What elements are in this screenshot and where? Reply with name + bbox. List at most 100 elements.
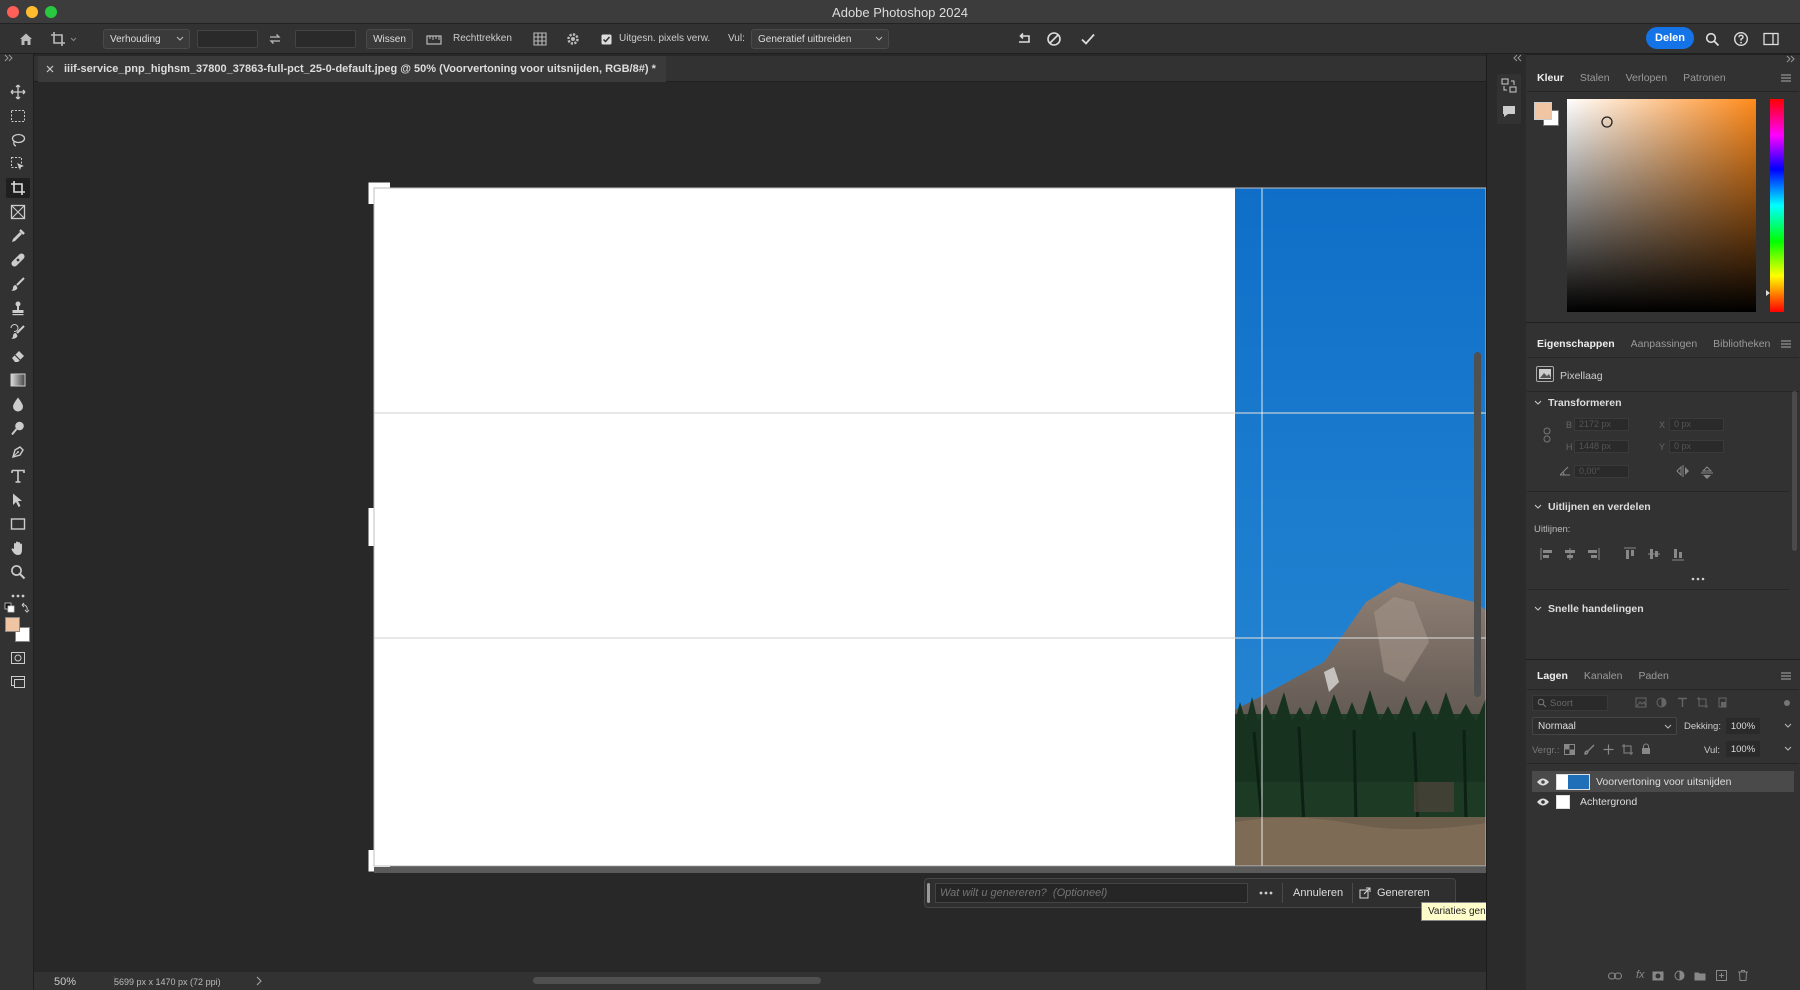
x-field[interactable]: 0 px [1669, 418, 1724, 431]
align-middle-icon[interactable] [1648, 547, 1660, 561]
flip-horizontal-icon[interactable] [1675, 465, 1691, 477]
more-options-button[interactable] [1259, 889, 1273, 897]
delete-layer-icon[interactable] [1738, 970, 1748, 981]
straighten-label[interactable]: Rechttrekken [453, 33, 512, 44]
angle-field[interactable]: 0,00° [1574, 465, 1629, 478]
new-layer-icon[interactable] [1716, 970, 1727, 981]
link-layers-icon[interactable] [1608, 972, 1622, 980]
filter-smart-object-icon[interactable] [1717, 697, 1728, 708]
ratio-select[interactable]: Verhouding [103, 29, 190, 49]
path-selection-tool[interactable] [6, 490, 30, 510]
properties-scrollbar[interactable] [1792, 391, 1797, 551]
healing-brush-tool[interactable] [6, 250, 30, 270]
tab-kleur[interactable]: Kleur [1532, 65, 1569, 91]
cancel-button[interactable]: Annuleren [1293, 887, 1343, 899]
share-button[interactable]: Delen [1646, 27, 1694, 49]
comments-panel-icon[interactable] [1501, 104, 1517, 118]
default-colors-icon[interactable] [4, 602, 30, 614]
clone-stamp-tool[interactable] [6, 298, 30, 318]
quick-actions-section-header[interactable]: Snelle handelingen [1534, 603, 1644, 615]
ratio-width-input[interactable] [197, 30, 258, 48]
add-mask-icon[interactable] [1652, 971, 1664, 981]
y-field[interactable]: 0 px [1669, 440, 1724, 453]
tab-stalen[interactable]: Stalen [1575, 65, 1615, 91]
layer-row[interactable]: Voorvertoning voor uitsnijden [1532, 771, 1794, 792]
marquee-tool[interactable] [6, 106, 30, 126]
search-button[interactable] [1702, 28, 1722, 50]
clear-button[interactable]: Wissen [366, 29, 413, 49]
adjustment-layer-icon[interactable] [1674, 970, 1685, 981]
filter-pixel-icon[interactable] [1635, 697, 1647, 708]
lasso-tool[interactable] [6, 130, 30, 150]
hue-slider[interactable] [1766, 99, 1784, 312]
filter-toggle[interactable] [1784, 700, 1790, 706]
delete-pixels-label[interactable]: Uitgesn. pixels verw. [619, 33, 710, 44]
panel-menu-icon[interactable] [1780, 73, 1792, 83]
layer-filter-select[interactable]: Soort [1532, 695, 1608, 711]
crop-tool[interactable] [6, 178, 30, 198]
status-menu-icon[interactable] [256, 976, 262, 986]
fill-dropdown-icon[interactable] [1784, 745, 1792, 753]
lock-transparent-icon[interactable] [1564, 744, 1575, 755]
panel-menu-icon[interactable] [1780, 671, 1792, 681]
tab-verlopen[interactable]: Verlopen [1621, 65, 1672, 91]
lock-position-icon[interactable] [1603, 744, 1614, 755]
horizontal-scrollbar[interactable] [533, 977, 821, 984]
lock-pixels-icon[interactable] [1584, 744, 1595, 755]
tab-lagen[interactable]: Lagen [1532, 663, 1573, 689]
align-bottom-icon[interactable] [1672, 547, 1684, 561]
align-right-icon[interactable] [1586, 548, 1600, 560]
fill-select[interactable]: Generatief uitbreiden [751, 29, 889, 49]
workspace-button[interactable] [1760, 28, 1782, 50]
reset-crop-button[interactable] [1013, 28, 1035, 50]
vertical-scrollbar[interactable] [1474, 352, 1481, 697]
tool-preset-picker[interactable] [48, 28, 80, 50]
canvas-area[interactable] [34, 82, 1486, 972]
tab-eigenschappen[interactable]: Eigenschappen [1532, 331, 1620, 357]
crop-preview[interactable] [34, 82, 1486, 972]
filter-adjustment-icon[interactable] [1656, 697, 1667, 708]
ratio-height-input[interactable] [295, 30, 356, 48]
cancel-crop-button[interactable] [1043, 28, 1065, 50]
document-tab[interactable]: iiif-service_pnp_highsm_37800_37863-full… [38, 56, 666, 82]
tab-paden[interactable]: Paden [1633, 663, 1673, 689]
collapse-panels-icon[interactable] [1513, 54, 1523, 62]
blur-tool[interactable] [6, 394, 30, 414]
dodge-tool[interactable] [6, 418, 30, 438]
fill-field[interactable]: 100% [1726, 741, 1760, 757]
new-group-icon[interactable] [1694, 971, 1706, 981]
align-center-icon[interactable] [1563, 548, 1577, 560]
layer-row[interactable]: Achtergrond [1532, 791, 1794, 812]
height-field[interactable]: 1448 px [1574, 440, 1629, 453]
object-selection-tool[interactable] [6, 154, 30, 174]
delete-pixels-checkbox[interactable] [600, 28, 612, 50]
layer-effects-icon[interactable]: fx [1636, 969, 1645, 981]
overlay-options-button[interactable] [530, 28, 550, 50]
filter-shape-icon[interactable] [1697, 697, 1708, 708]
eyedropper-tool[interactable] [6, 226, 30, 246]
generate-button[interactable]: Genereren [1359, 883, 1453, 903]
lock-all-icon[interactable] [1641, 743, 1651, 755]
rectangle-tool[interactable] [6, 514, 30, 534]
hand-tool[interactable] [6, 538, 30, 558]
pen-tool[interactable] [6, 442, 30, 462]
opacity-field[interactable]: 100% [1726, 718, 1760, 734]
tab-patronen[interactable]: Patronen [1678, 65, 1731, 91]
tab-aanpassingen[interactable]: Aanpassingen [1626, 331, 1703, 357]
tab-bibliotheken[interactable]: Bibliotheken [1708, 331, 1775, 357]
width-field[interactable]: 2172 px [1574, 418, 1629, 431]
zoom-level[interactable]: 50% [54, 976, 76, 988]
straighten-icon[interactable] [426, 28, 442, 50]
move-tool[interactable] [6, 82, 30, 102]
history-panel-icon[interactable] [1501, 78, 1517, 94]
align-top-icon[interactable] [1624, 547, 1636, 561]
quick-mask-button[interactable] [6, 648, 30, 668]
blend-mode-select[interactable]: Normaal [1532, 717, 1677, 735]
foreground-color-swatch[interactable] [1534, 102, 1552, 120]
brush-tool[interactable] [6, 274, 30, 294]
eraser-tool[interactable] [6, 346, 30, 366]
collapse-toolbar-icon[interactable] [4, 54, 14, 62]
zoom-tool[interactable] [6, 562, 30, 582]
crop-settings-button[interactable] [563, 28, 583, 50]
flip-vertical-icon[interactable] [1701, 465, 1713, 481]
